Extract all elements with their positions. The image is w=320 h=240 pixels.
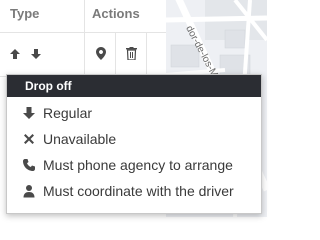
person-icon — [22, 184, 36, 198]
menu-item-label: Must phone agency to arrange — [43, 157, 233, 173]
menu-item-label: Regular — [43, 105, 93, 121]
table-header: Type Actions — [0, 0, 166, 33]
dropoff-type-dropdown: Drop off Regular Unavailable Must phone … — [6, 74, 262, 214]
menu-item-phone-agency[interactable]: Must phone agency to arrange — [7, 152, 261, 178]
dropoff-arrow-down-icon[interactable] — [30, 48, 42, 60]
menu-item-coordinate-driver[interactable]: Must coordinate with the driver — [7, 178, 261, 204]
trash-icon[interactable] — [126, 47, 137, 60]
dropdown-title: Drop off — [25, 79, 72, 93]
menu-item-regular[interactable]: Regular — [7, 100, 261, 126]
pickup-arrow-up-icon[interactable] — [9, 48, 21, 60]
menu-item-label: Must coordinate with the driver — [43, 183, 234, 199]
column-header-actions: Actions — [92, 6, 140, 21]
table-row — [0, 32, 166, 77]
column-header-type: Type — [10, 6, 40, 21]
dropdown-header: Drop off — [7, 75, 261, 97]
map-pin-icon[interactable] — [96, 47, 106, 60]
menu-item-unavailable[interactable]: Unavailable — [7, 126, 261, 152]
x-icon — [22, 132, 36, 146]
arrow-down-icon — [22, 106, 36, 120]
menu-item-label: Unavailable — [43, 131, 117, 147]
phone-icon — [22, 158, 36, 172]
